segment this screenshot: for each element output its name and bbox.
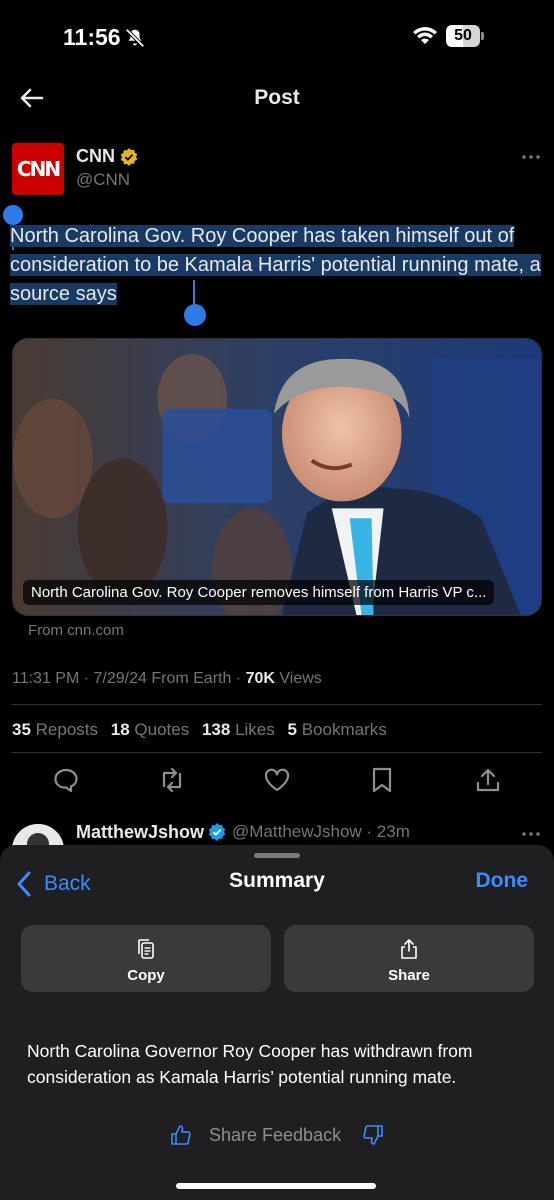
- selection-handle-end[interactable]: [184, 304, 206, 326]
- thumbs-up-icon[interactable]: [170, 1124, 192, 1146]
- stat-likes[interactable]: 138 Likes: [202, 720, 275, 739]
- post-text-selected: North Carolina Gov. Roy Cooper has taken…: [10, 225, 541, 305]
- stat-label: Likes: [235, 720, 275, 739]
- divider: [12, 704, 542, 705]
- post-meta: 11:31 PM · 7/29/24 From Earth · 70K View…: [12, 670, 322, 688]
- sheet-grabber[interactable]: [254, 853, 300, 858]
- share-button[interactable]: Share: [284, 925, 534, 992]
- share-feedback-label[interactable]: Share Feedback: [209, 1125, 341, 1146]
- verified-badge-icon: [208, 823, 226, 841]
- more-options-icon[interactable]: [520, 827, 542, 841]
- stat-count: 35: [12, 720, 31, 739]
- views-label: Views: [274, 670, 322, 687]
- stat-count: 5: [287, 720, 297, 739]
- feedback-row: Share Feedback: [0, 1121, 554, 1151]
- share-icon: [401, 939, 417, 959]
- status-time: 11:56: [63, 24, 121, 50]
- summary-sheet: Back Summary Done Copy Share North Carol…: [0, 845, 554, 1200]
- stat-count: 138: [201, 720, 231, 739]
- more-options-icon[interactable]: [520, 150, 542, 164]
- summary-text[interactable]: North Carolina Governor Roy Cooper has w…: [27, 1038, 527, 1090]
- action-bar: [0, 766, 554, 798]
- reply-icon[interactable]: [52, 766, 80, 794]
- post-text-container: North Carolina Gov. Roy Cooper has taken…: [10, 222, 542, 309]
- divider: [12, 752, 542, 753]
- share-upload-icon[interactable]: [474, 766, 502, 794]
- repost-icon[interactable]: [158, 766, 186, 794]
- post-text[interactable]: North Carolina Gov. Roy Cooper has taken…: [10, 222, 542, 309]
- status-bar: 11:56 50: [0, 0, 554, 70]
- page-title: Post: [254, 86, 300, 109]
- done-button[interactable]: Done: [476, 869, 529, 893]
- post-stats: 35 Reposts 18 Quotes 138 Likes 5 Bookmar…: [12, 720, 395, 740]
- card-caption: North Carolina Gov. Roy Cooper removes h…: [23, 580, 495, 605]
- copy-icon: [138, 939, 154, 959]
- link-card[interactable]: North Carolina Gov. Roy Cooper removes h…: [12, 338, 542, 616]
- battery-indicator: 50: [446, 25, 484, 47]
- thumbs-down-icon[interactable]: [362, 1124, 384, 1146]
- views-count: 70K: [245, 670, 275, 687]
- reply-author-name[interactable]: MatthewJshow: [76, 822, 204, 843]
- stat-reposts[interactable]: 35 Reposts: [12, 720, 98, 739]
- home-indicator[interactable]: [176, 1183, 376, 1189]
- copy-button[interactable]: Copy: [21, 925, 271, 992]
- avatar-logo-text: CNN: [16, 157, 61, 181]
- author-handle[interactable]: @CNN: [76, 170, 130, 190]
- stat-label: Reposts: [35, 720, 99, 739]
- battery-percentage: 50: [454, 27, 472, 44]
- stat-label: Quotes: [134, 720, 190, 739]
- verified-badge-icon: [120, 148, 138, 166]
- article-image: [13, 339, 541, 615]
- bell-slash-icon: [125, 28, 145, 48]
- reply-author-handle[interactable]: @MatthewJshow · 23m: [232, 822, 410, 842]
- stat-label: Bookmarks: [301, 720, 387, 739]
- wifi-icon: [413, 27, 437, 44]
- card-source[interactable]: From cnn.com: [28, 622, 124, 639]
- battery-cap: [481, 32, 484, 40]
- nav-bar: Post: [0, 70, 554, 126]
- author-name[interactable]: CNN: [76, 146, 115, 167]
- copy-label: Copy: [127, 967, 165, 984]
- sheet-title: Summary: [229, 869, 325, 892]
- bookmark-icon[interactable]: [368, 766, 396, 794]
- stat-quotes[interactable]: 18 Quotes: [111, 720, 189, 739]
- like-heart-icon[interactable]: [263, 766, 291, 794]
- stat-count: 18: [110, 720, 130, 739]
- stat-bookmarks[interactable]: 5 Bookmarks: [288, 720, 387, 739]
- post-timestamp: 11:31 PM · 7/29/24 From Earth ·: [12, 670, 246, 687]
- avatar[interactable]: CNN: [12, 143, 64, 195]
- share-label: Share: [388, 967, 430, 984]
